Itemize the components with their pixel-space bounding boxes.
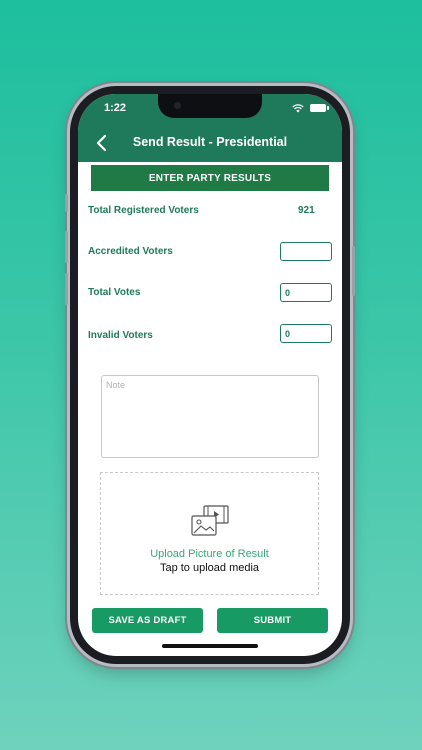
- status-bar: 1:22: [78, 94, 342, 124]
- camera-icon: [174, 102, 181, 109]
- note-textarea[interactable]: [101, 375, 319, 458]
- power-button: [352, 246, 355, 296]
- mute-switch: [65, 194, 68, 212]
- page-title: Send Result - Presidential: [132, 135, 288, 149]
- home-indicator: [162, 644, 258, 648]
- accredited-voters-input[interactable]: [280, 242, 332, 261]
- invalid-voters-label: Invalid Voters: [88, 330, 153, 341]
- status-time: 1:22: [104, 102, 127, 114]
- upload-media-area[interactable]: Upload Picture of Result Tap to upload m…: [100, 472, 319, 595]
- total-votes-label: Total Votes: [88, 287, 141, 298]
- media-upload-icon: [191, 505, 229, 536]
- nav-bar: Send Result - Presidential: [78, 124, 342, 162]
- section-header: ENTER PARTY RESULTS: [91, 165, 329, 191]
- total-votes-input[interactable]: [280, 283, 332, 302]
- wifi-icon: [292, 104, 304, 113]
- upload-subtitle: Tap to upload media: [159, 562, 260, 574]
- total-registered-value: 921: [298, 205, 315, 216]
- app-screen: 1:22 Send Result - Presidential ENTER PA…: [78, 94, 342, 656]
- notch: [158, 94, 262, 118]
- total-registered-label: Total Registered Voters: [88, 205, 199, 216]
- battery-icon: [310, 104, 329, 112]
- phone-frame: 1:22 Send Result - Presidential ENTER PA…: [65, 86, 355, 664]
- volume-down-button: [65, 273, 68, 305]
- save-draft-button[interactable]: SAVE AS DRAFT: [92, 608, 203, 633]
- upload-title: Upload Picture of Result: [150, 548, 269, 560]
- submit-button[interactable]: SUBMIT: [217, 608, 328, 633]
- invalid-voters-input[interactable]: [280, 324, 332, 343]
- volume-up-button: [65, 231, 68, 263]
- accredited-voters-label: Accredited Voters: [88, 246, 173, 257]
